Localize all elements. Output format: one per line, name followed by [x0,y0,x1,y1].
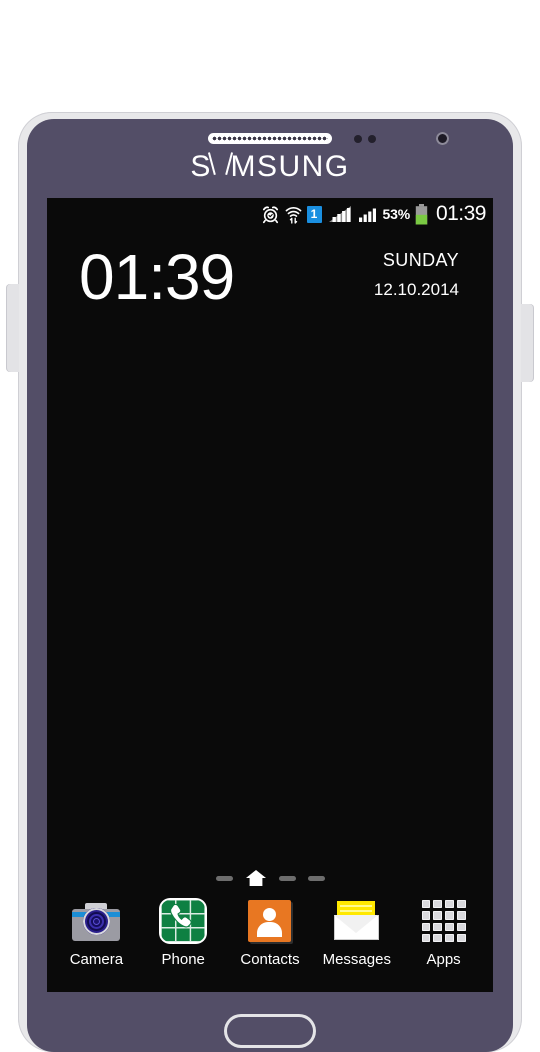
phone-bezel: S MSUNG 1 53% 01:39 01:39 SUNDAY 12.10.2… [27,119,513,1052]
battery-percent-label: 53% [382,206,411,222]
brand-letters-rest: MSUNG [230,150,350,183]
home-button[interactable] [224,1014,316,1048]
brand-letter-a [212,152,231,182]
sim-1-badge: 1 [306,205,322,223]
status-bar-clock: 01:39 [435,202,487,225]
phone-screen[interactable]: 1 53% 01:39 01:39 SUNDAY 12.10.2014 Came… [47,198,493,992]
phone-icon [158,896,208,946]
clock-widget-date: 12.10.2014 [373,280,459,299]
dock-label-messages: Messages [322,951,391,968]
dock-item-contacts[interactable]: Contacts [228,896,312,968]
page-dash-4[interactable] [307,875,325,881]
clock-widget[interactable]: 01:39 SUNDAY 12.10.2014 [47,242,493,322]
dock-item-phone[interactable]: Phone [141,896,225,968]
clock-widget-time: 01:39 [79,241,235,313]
dock-label-apps: Apps [426,951,461,968]
dock-label-phone: Phone [161,951,205,968]
status-bar: 1 53% 01:39 [47,198,493,230]
clock-widget-day: SUNDAY [382,250,459,270]
dock-label-contacts: Contacts [240,951,300,968]
home-page-icon[interactable] [245,869,267,887]
page-indicator [47,868,493,888]
page-dash-1[interactable] [215,875,233,881]
proximity-sensor-icon [354,135,362,143]
dock: Camera Phone Contacts Messages Apps [47,896,493,982]
phone-device: S MSUNG 1 53% 01:39 01:39 SUNDAY 12.10.2… [6,112,534,1052]
earpiece-speaker [208,133,332,144]
battery-percent: 53% [382,206,411,222]
sim-badge-number: 1 [306,205,322,223]
alarm-clock-icon [261,205,280,224]
top-hardware-row [27,130,513,148]
messages-icon [332,896,382,946]
dock-item-messages[interactable]: Messages [315,896,399,968]
samsung-wordmark: S MSUNG [27,152,513,182]
battery-icon [415,203,428,225]
contacts-icon [245,896,295,946]
signal-bars-sim2 [358,204,378,224]
dock-item-camera[interactable]: Camera [54,896,138,968]
front-camera [436,132,449,145]
wifi-transfer-icon [285,205,302,224]
earpiece-grille [212,136,328,141]
dock-item-apps[interactable]: Apps [402,896,486,968]
page-dash-3[interactable] [278,875,296,881]
volume-button[interactable] [6,284,19,372]
dock-label-camera: Camera [69,951,124,968]
camera-icon [71,896,121,946]
light-sensor-icon [368,135,376,143]
power-button[interactable] [521,304,534,382]
apps-grid-icon [419,896,469,946]
signal-bars-sim1 [327,204,353,224]
